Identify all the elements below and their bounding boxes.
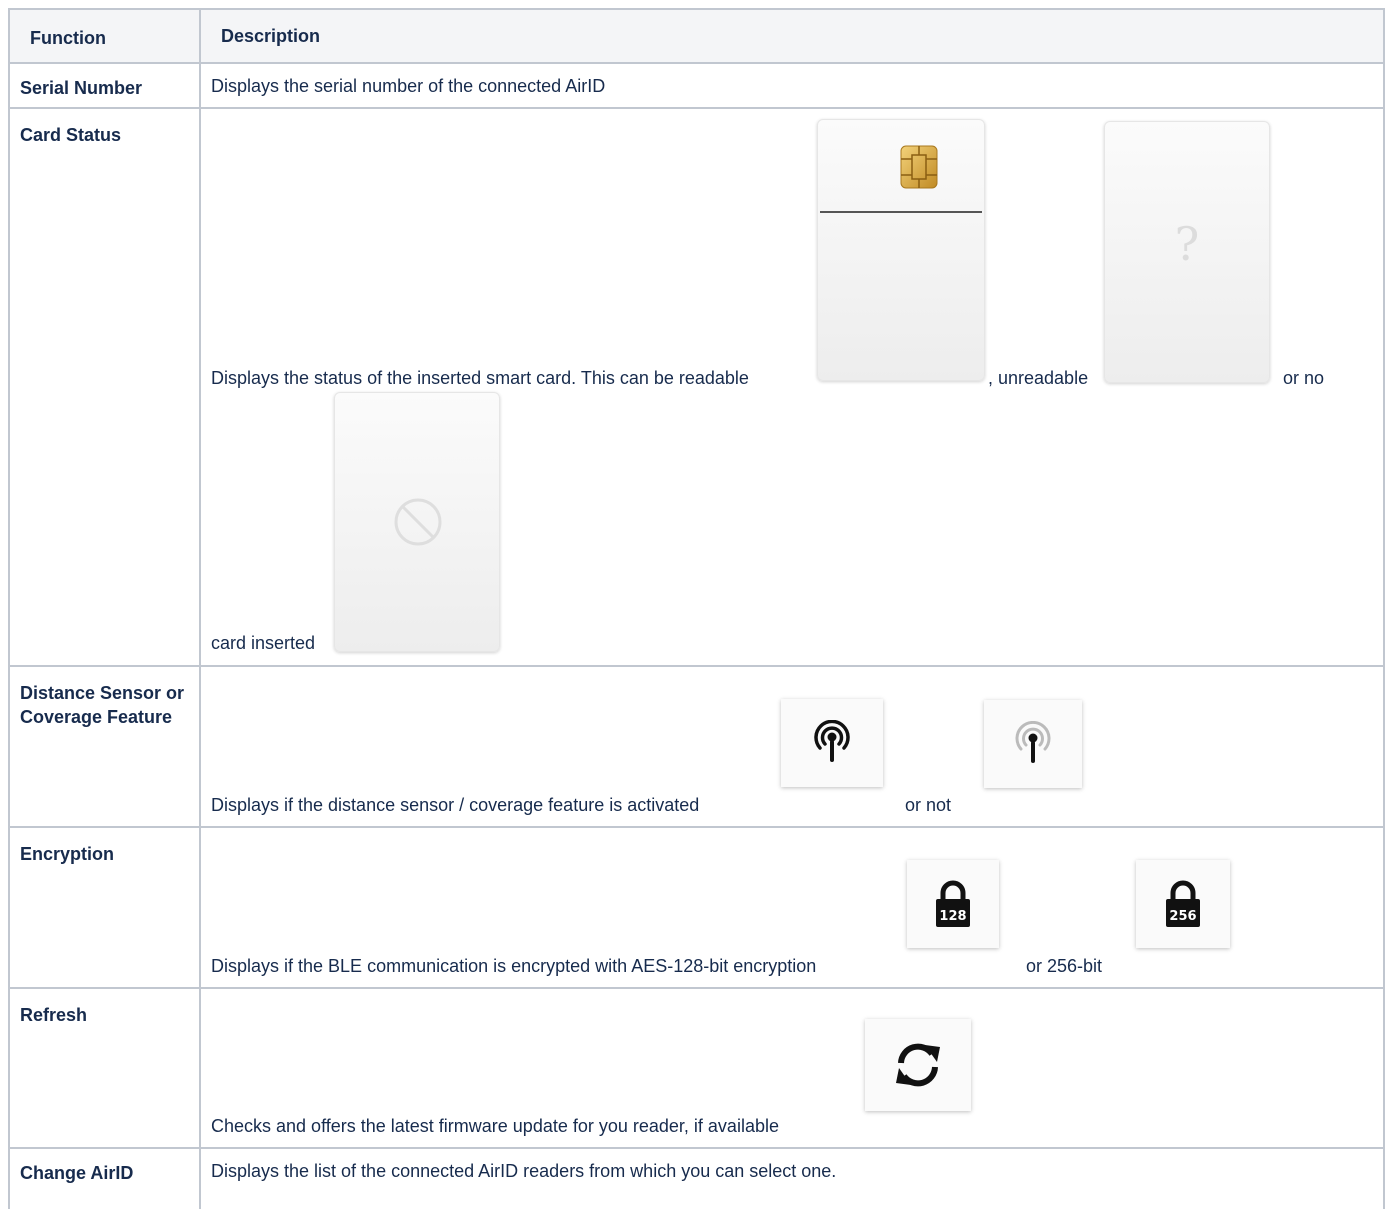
table-row-distance-sensor: Distance Sensor or Coverage Feature Disp…: [8, 667, 1385, 828]
lock-128-label: 128: [939, 909, 966, 924]
description-encryption-2: or 256-bit: [1026, 956, 1103, 976]
coverage-activated-icon: [781, 699, 883, 787]
lock-256-icon: 256: [1136, 860, 1230, 948]
lock-128-icon: 128: [907, 860, 999, 948]
refresh-icon: [865, 1019, 971, 1111]
table-row-serial-number: Serial Number Displays the serial number…: [8, 64, 1385, 109]
table-row-encryption: Encryption Displays if the BLE communica…: [8, 828, 1385, 989]
header-description: Description: [221, 26, 321, 46]
description-card-status-1: Displays the status of the inserted smar…: [211, 368, 749, 388]
description-distance-sensor-1: Displays if the distance sensor / covera…: [211, 795, 700, 815]
description-encryption-1: Displays if the BLE communication is enc…: [211, 956, 817, 976]
description-refresh: Checks and offers the latest firmware up…: [211, 1116, 779, 1136]
table-row-refresh: Refresh Checks and offers the latest fir…: [8, 989, 1385, 1149]
description-card-status-3: or no: [1283, 368, 1325, 388]
description-serial-number: Displays the serial number of the connec…: [211, 76, 606, 96]
header-function: Function: [30, 28, 106, 48]
table-row-change-airid: Change AirID Displays the list of the co…: [8, 1149, 1385, 1209]
smart-card-readable-icon: [817, 119, 985, 381]
description-change-airid: Displays the list of the connected AirID…: [211, 1161, 837, 1181]
coverage-deactivated-icon: [984, 700, 1082, 788]
description-card-status-2: , unreadable: [988, 368, 1089, 388]
table-header-row: Function Description: [8, 8, 1385, 64]
function-distance-sensor: Distance Sensor or Coverage Feature: [20, 683, 185, 727]
table-row-card-status: Card Status Displays the status of the i…: [8, 109, 1385, 667]
function-change-airid: Change AirID: [20, 1163, 134, 1183]
lock-256-label: 256: [1169, 909, 1196, 924]
description-distance-sensor-2: or not: [905, 795, 952, 815]
no-card-inserted-icon: [334, 392, 500, 652]
description-card-status-4: card inserted: [211, 633, 316, 653]
function-serial-number: Serial Number: [20, 78, 143, 98]
function-card-status: Card Status: [20, 125, 122, 145]
function-encryption: Encryption: [20, 844, 115, 864]
function-refresh: Refresh: [20, 1005, 88, 1025]
smart-card-unreadable-icon: ?: [1104, 121, 1270, 383]
